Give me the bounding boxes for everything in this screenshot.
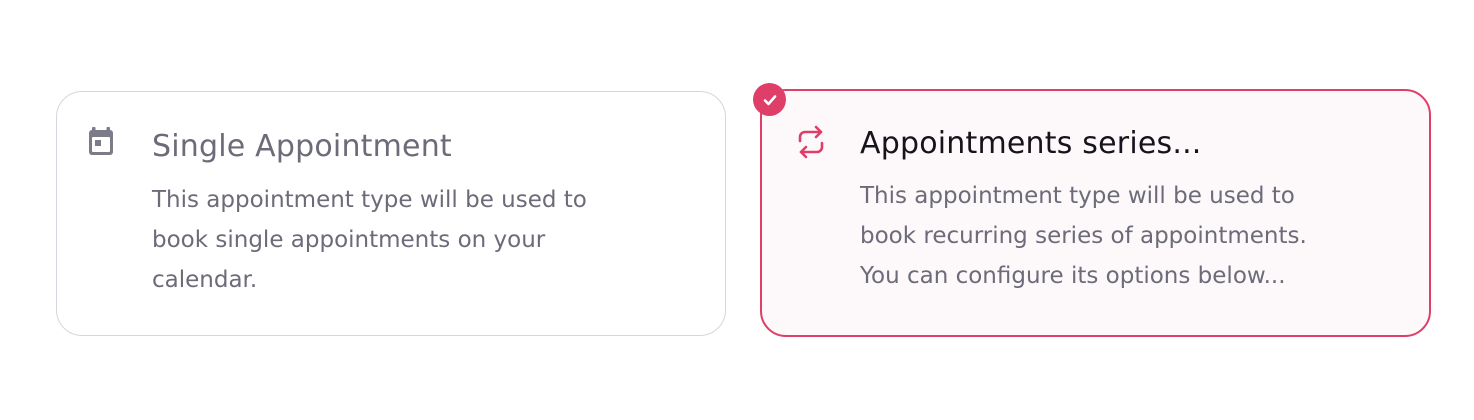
appointment-type-selector: Single Appointment This appointment type… [0, 0, 1474, 420]
single-appointment-option[interactable]: Single Appointment This appointment type… [56, 91, 726, 336]
description-line: book single appointments on your [152, 227, 546, 253]
option-title: Single Appointment [152, 129, 452, 164]
description-line: This appointment type will be used to [860, 183, 1295, 209]
description-line: You can configure its options below... [860, 263, 1286, 289]
option-description: This appointment type will be used to bo… [860, 176, 1400, 296]
description-line: calendar. [152, 267, 258, 293]
description-line: book recurring series of appointments. [860, 223, 1307, 249]
repeat-icon [793, 124, 827, 159]
appointments-series-option[interactable]: Appointments series... This appointment … [760, 89, 1431, 337]
option-title: Appointments series... [860, 126, 1202, 161]
option-description: This appointment type will be used to bo… [152, 180, 672, 300]
calendar-icon [87, 126, 121, 160]
description-line: This appointment type will be used to [152, 187, 587, 213]
selected-check-icon [753, 83, 786, 116]
